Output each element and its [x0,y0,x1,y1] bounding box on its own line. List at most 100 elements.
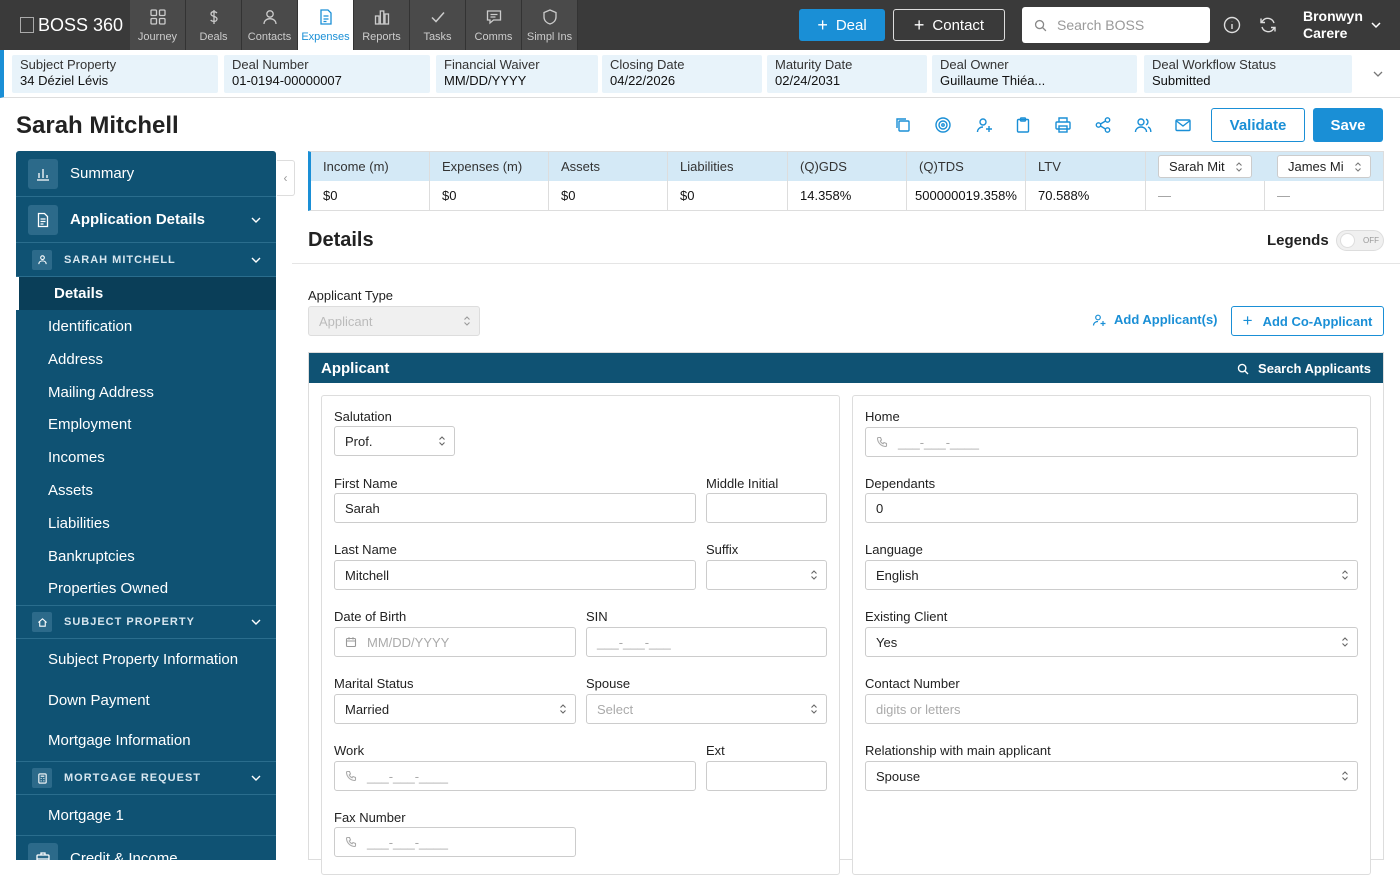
copy-icon[interactable] [894,116,912,134]
dob-field[interactable]: MM/DD/YYYY [334,627,576,657]
sidebar-item-mortgage-1[interactable]: Mortgage 1 [16,795,276,835]
sidebar-item-liabilities[interactable]: Liabilities [16,507,276,540]
sidebar-item-employment[interactable]: Employment [16,408,276,441]
applicant-select-1[interactable]: Sarah Mit [1158,155,1252,178]
print-icon[interactable] [1054,116,1072,134]
sidebar-item-properties-owned[interactable]: Properties Owned [16,572,276,605]
nav-tab-contacts[interactable]: Contacts [242,0,298,50]
add-co-applicant-button[interactable]: + Add Co-Applicant [1231,306,1384,336]
user-menu[interactable]: Bronwyn Carere [1303,8,1363,42]
sidebar-section-applicant[interactable]: SARAH MITCHELL [16,243,276,277]
app-logo[interactable]: BOSS 360 [0,0,130,50]
collapse-sidebar-button[interactable]: ‹ [277,160,295,196]
contact-number-label: Contact Number [865,676,960,691]
financial-waiver-cell[interactable]: Financial Waiver MM/DD/YYYY [436,55,598,93]
sidebar-item-down-payment[interactable]: Down Payment [16,680,276,720]
sidebar-item-assets[interactable]: Assets [16,474,276,507]
nav-tab-deals[interactable]: Deals [186,0,242,50]
spouse-select[interactable]: Select [586,694,827,724]
users-icon[interactable] [1134,116,1152,134]
search-icon [1237,363,1249,374]
search-applicants-button[interactable]: Search Applicants [1237,361,1371,376]
relationship-select[interactable]: Spouse [865,761,1358,791]
global-search-input[interactable]: Search BOSS [1022,7,1210,43]
work-phone-field[interactable]: ___-___-____ [334,761,696,791]
target-icon[interactable] [934,116,952,134]
share-icon[interactable] [1094,116,1112,134]
summary-value-cell: $0 [668,181,788,210]
grid-icon [149,9,166,25]
clipboard-icon[interactable] [1014,116,1032,134]
sidebar-item-subject-property-information[interactable]: Subject Property Information [16,639,276,680]
closing-date-cell[interactable]: Closing Date 04/22/2026 [602,55,762,93]
first-name-field[interactable]: Sarah [334,493,696,523]
nav-tab-tasks[interactable]: Tasks [410,0,466,50]
salutation-select[interactable]: Prof. [334,426,455,456]
sort-arrows-icon [560,704,566,714]
language-select[interactable]: English [865,560,1358,590]
last-name-field[interactable]: Mitchell [334,560,696,590]
sort-arrows-icon [464,316,470,326]
sidebar-item-mailing-address[interactable]: Mailing Address [16,376,276,408]
bar-chart-icon [28,158,58,189]
first-name-label: First Name [334,476,398,491]
summary-value-row: $0 $0 $0 $0 14.358% 500000019.358% 70.58… [311,181,1383,210]
sidebar-item-details[interactable]: Details [16,277,276,310]
chevron-down-icon[interactable] [1370,19,1382,31]
chevron-down-icon[interactable] [1372,68,1384,80]
add-user-icon [1092,314,1106,326]
maturity-date-cell[interactable]: Maturity Date 02/24/2031 [767,55,927,93]
existing-client-select[interactable]: Yes [865,627,1358,657]
summary-value-cell: — [1277,188,1290,203]
nav-tab-journey[interactable]: Journey [130,0,186,50]
nav-tab-simpl-ins[interactable]: Simpl Ins [522,0,578,50]
mail-icon[interactable] [1174,116,1192,134]
sidebar-item-address[interactable]: Address [16,343,276,376]
sidebar-section-mortgage-request[interactable]: MORTGAGE REQUEST [16,761,276,795]
deal-owner-cell[interactable]: Deal Owner Guillaume Thiéa... [932,55,1137,93]
sidebar-section-subject-property[interactable]: SUBJECT PROPERTY [16,605,276,639]
nav-tab-comms[interactable]: Comms [466,0,522,50]
add-user-icon[interactable] [975,116,993,134]
applicant-select-2[interactable]: James Mi [1277,155,1371,178]
dependants-field[interactable]: 0 [865,493,1358,523]
contact-number-field[interactable]: digits or letters [865,694,1358,724]
home-icon [32,612,52,632]
nav-tab-reports[interactable]: Reports [354,0,410,50]
new-contact-button[interactable]: + Contact [893,9,1005,41]
document-icon [28,204,58,235]
home-phone-field[interactable]: ___-___-____ [865,427,1358,457]
sidebar-item-summary[interactable]: Summary [16,151,276,197]
fax-field[interactable]: ___-___-____ [334,827,576,857]
validate-button[interactable]: Validate [1211,108,1305,142]
chat-icon [486,10,501,25]
chevron-left-icon: ‹ [283,171,288,185]
new-deal-button[interactable]: + Deal [799,9,885,41]
nav-tab-expenses[interactable]: Expenses [298,0,354,50]
save-button[interactable]: Save [1313,108,1383,142]
middle-initial-field[interactable] [706,493,827,523]
sidebar-item-identification[interactable]: Identification [16,310,276,343]
ext-field[interactable] [706,761,827,791]
phone-icon [876,436,888,448]
legends-toggle[interactable]: OFF [1336,230,1384,251]
applicant-panel-header: Applicant Search Applicants [309,353,1383,383]
summary-header-cell: (Q)GDS [788,152,907,181]
add-applicants-button[interactable]: Add Applicant(s) [1092,312,1218,327]
summary-header-cell: (Q)TDS [907,152,1026,181]
chevron-down-icon [251,217,261,223]
refresh-icon[interactable] [1258,15,1278,35]
sort-arrows-icon [439,436,445,446]
deal-info-bar: Subject Property 34 Déziel Lévis Deal Num… [0,50,1400,98]
sidebar-item-mortgage-information[interactable]: Mortgage Information [16,720,276,761]
sidebar-item-incomes[interactable]: Incomes [16,441,276,474]
applicant-type-select: Applicant [308,306,480,336]
marital-status-select[interactable]: Married [334,694,576,724]
info-icon[interactable] [1222,15,1242,35]
sidebar-item-bankruptcies[interactable]: Bankruptcies [16,540,276,572]
sidebar-item-credit-income[interactable]: Credit & Income [16,835,276,860]
summary-value-cell: — [1146,181,1265,210]
sin-field[interactable]: ___-___-___ [586,627,827,657]
suffix-select[interactable] [706,560,827,590]
sidebar-item-application-details[interactable]: Application Details [16,197,276,243]
